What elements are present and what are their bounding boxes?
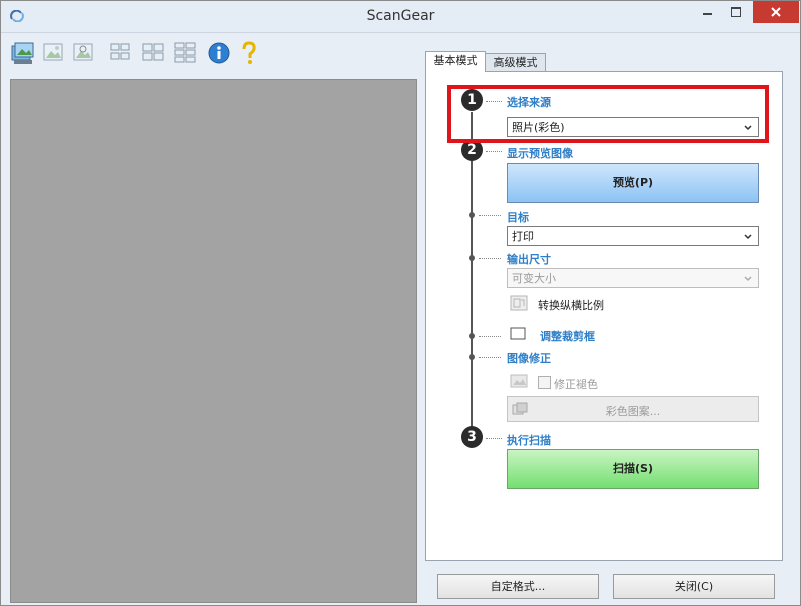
tab-basic-mode[interactable]: 基本模式 [425,51,486,72]
info-icon[interactable] [207,40,231,66]
image-zoom-icon[interactable] [71,40,95,66]
scan-button[interactable]: 扫描(S) [507,449,759,489]
basic-mode-panel: 1 选择来源 照片(彩色) 2 显示预览图像 预览(P) 目标 打印 输出尺寸 … [425,71,783,561]
fade-correction-label: 修正褪色 [554,378,598,391]
step-dots [486,438,502,439]
step-3-badge: 3 [461,426,483,448]
close-window-button[interactable] [753,1,799,23]
fade-correction-checkbox[interactable] [538,376,551,389]
output-size-label: 输出尺寸 [507,253,551,266]
destination-select[interactable]: 打印 [507,226,759,246]
color-pattern-label: 彩色图案... [605,405,661,418]
image-correction-label: 图像修正 [507,352,551,365]
output-size-select[interactable]: 可变大小 [507,268,759,288]
substep-dot [469,212,475,218]
chevron-down-icon [744,234,752,240]
fade-correction-icon [510,374,528,388]
preview-button[interactable]: 预览(P) [507,163,759,203]
image-icon[interactable] [41,40,65,66]
grid-2x3-icon[interactable] [173,40,197,66]
step-dots [486,151,502,152]
maximize-button[interactable] [722,1,750,23]
window-title: ScanGear [366,8,435,24]
chevron-down-icon [744,276,752,282]
crop-frame-icon[interactable] [510,327,526,340]
scan-label: 执行扫描 [507,434,551,447]
preview-label: 显示预览图像 [507,147,573,160]
close-icon [771,7,781,17]
step-dots [479,258,501,259]
color-pattern-button[interactable]: 彩色图案... [507,396,759,422]
aspect-ratio-icon[interactable] [510,295,528,311]
destination-label: 目标 [507,211,529,224]
custom-format-button[interactable]: 自定格式... [437,574,599,599]
destination-value: 打印 [512,230,534,243]
substep-dot [469,354,475,360]
toolbar [1,33,417,75]
preview-area[interactable] [10,79,417,603]
grid-4-icon[interactable] [109,40,133,66]
minimize-button[interactable] [693,1,721,23]
output-size-value: 可变大小 [512,272,556,285]
minimize-icon [703,13,712,15]
photo-scan-icon[interactable] [11,40,35,66]
maximize-icon [731,7,741,17]
step-dots [479,336,501,337]
scangear-window: ScanGear 基本模式 高级模式 1 选择来源 照片(彩色) 2 显示预览图… [0,0,801,606]
substep-dot [469,333,475,339]
step-dots [479,357,501,358]
crop-frame-link[interactable]: 调整裁剪框 [540,328,595,344]
step-connector [471,160,473,436]
grid-2x2-icon[interactable] [141,40,165,66]
source-highlight-frame [447,85,769,143]
step-dots [479,215,501,216]
tab-advanced-mode[interactable]: 高级模式 [485,53,546,72]
close-button[interactable]: 关闭(C) [613,574,775,599]
help-icon[interactable] [237,40,261,66]
title-bar: ScanGear [1,1,800,33]
substep-dot [469,255,475,261]
aspect-ratio-label: 转换纵横比例 [538,299,604,312]
